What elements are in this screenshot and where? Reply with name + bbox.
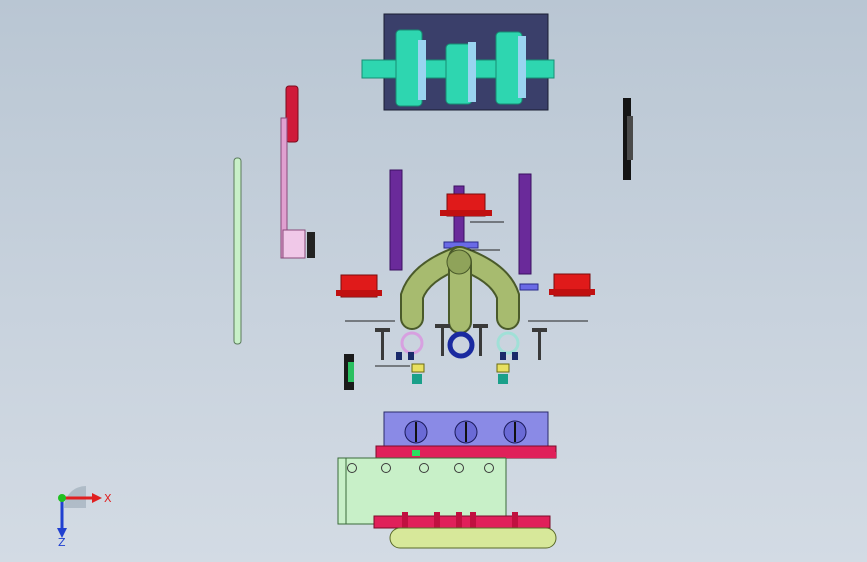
pan-bolt-5 bbox=[512, 512, 518, 530]
valve-head-3 bbox=[473, 324, 488, 328]
piston-center[interactable] bbox=[440, 193, 492, 217]
retainer-4[interactable] bbox=[512, 352, 518, 360]
pan-bolt-3 bbox=[456, 512, 462, 530]
crank-journal-3 bbox=[518, 36, 526, 98]
cam-drive-arm[interactable] bbox=[280, 85, 315, 259]
crank-journal-2 bbox=[468, 42, 476, 102]
valve-stem-2[interactable] bbox=[441, 326, 444, 356]
tensioner-block[interactable] bbox=[282, 229, 306, 259]
block-bolt-1[interactable] bbox=[381, 463, 391, 473]
piston-ring-left bbox=[336, 290, 382, 296]
valve-stem-4[interactable] bbox=[538, 330, 541, 360]
valve-head-2 bbox=[435, 324, 450, 328]
lifter-left[interactable] bbox=[411, 363, 425, 373]
exhaust-manifold[interactable] bbox=[400, 246, 520, 334]
gasket-tab bbox=[506, 452, 556, 458]
spring-ring-right[interactable] bbox=[496, 331, 520, 355]
valve-head-4 bbox=[532, 328, 547, 332]
lifter-base-right[interactable] bbox=[498, 374, 508, 384]
piston-left[interactable] bbox=[336, 274, 382, 298]
oil-pan[interactable] bbox=[389, 527, 557, 549]
pan-bolt-4 bbox=[470, 512, 476, 530]
crankcase-assembly[interactable] bbox=[361, 13, 555, 111]
lifter-right[interactable] bbox=[496, 363, 510, 373]
crank-journal-1 bbox=[418, 40, 426, 100]
spring-ring-left[interactable] bbox=[400, 331, 424, 355]
block-bolt-4[interactable] bbox=[484, 463, 494, 473]
manifold-collector[interactable] bbox=[446, 249, 472, 275]
engine-assembly-scene[interactable] bbox=[0, 0, 867, 562]
block-bolt-5[interactable] bbox=[347, 463, 357, 473]
valve-stem-3[interactable] bbox=[479, 326, 482, 356]
z-axis-label: Z bbox=[58, 536, 66, 548]
x-axis-arrow bbox=[92, 493, 102, 503]
pan-bolt-2 bbox=[434, 512, 440, 530]
block-bolt-3[interactable] bbox=[454, 463, 464, 473]
cam-pulley[interactable] bbox=[285, 85, 299, 143]
connecting-rod-1[interactable] bbox=[389, 169, 403, 271]
gasket-marker bbox=[412, 450, 420, 456]
bearing-insert bbox=[348, 362, 354, 382]
cylinder-block[interactable] bbox=[337, 457, 507, 525]
retainer-3[interactable] bbox=[500, 352, 506, 360]
retainer-2[interactable] bbox=[408, 352, 414, 360]
lifter-base-left[interactable] bbox=[412, 374, 422, 384]
block-bolt-2[interactable] bbox=[419, 463, 429, 473]
tensioner-gear[interactable] bbox=[307, 232, 315, 258]
spring-ring-center[interactable] bbox=[447, 331, 475, 359]
y-axis-dot bbox=[58, 494, 66, 502]
piston-ring-center bbox=[440, 210, 492, 216]
valve-head-1 bbox=[375, 328, 390, 332]
flywheel-teeth bbox=[627, 116, 633, 160]
valve-stem-1[interactable] bbox=[381, 330, 384, 360]
retainer-1[interactable] bbox=[396, 352, 402, 360]
wrist-pin-right[interactable] bbox=[519, 283, 539, 291]
timing-cover-plate[interactable] bbox=[233, 157, 242, 345]
pan-bolt-1 bbox=[402, 512, 408, 530]
x-axis-label: X bbox=[104, 492, 112, 505]
cad-viewport[interactable]: X Z bbox=[0, 0, 867, 562]
coordinate-triad: X Z bbox=[57, 486, 112, 548]
piston-right[interactable] bbox=[549, 273, 595, 297]
flywheel-gear[interactable] bbox=[623, 98, 633, 180]
piston-ring-right bbox=[549, 289, 595, 295]
connecting-rod-3[interactable] bbox=[518, 173, 532, 275]
